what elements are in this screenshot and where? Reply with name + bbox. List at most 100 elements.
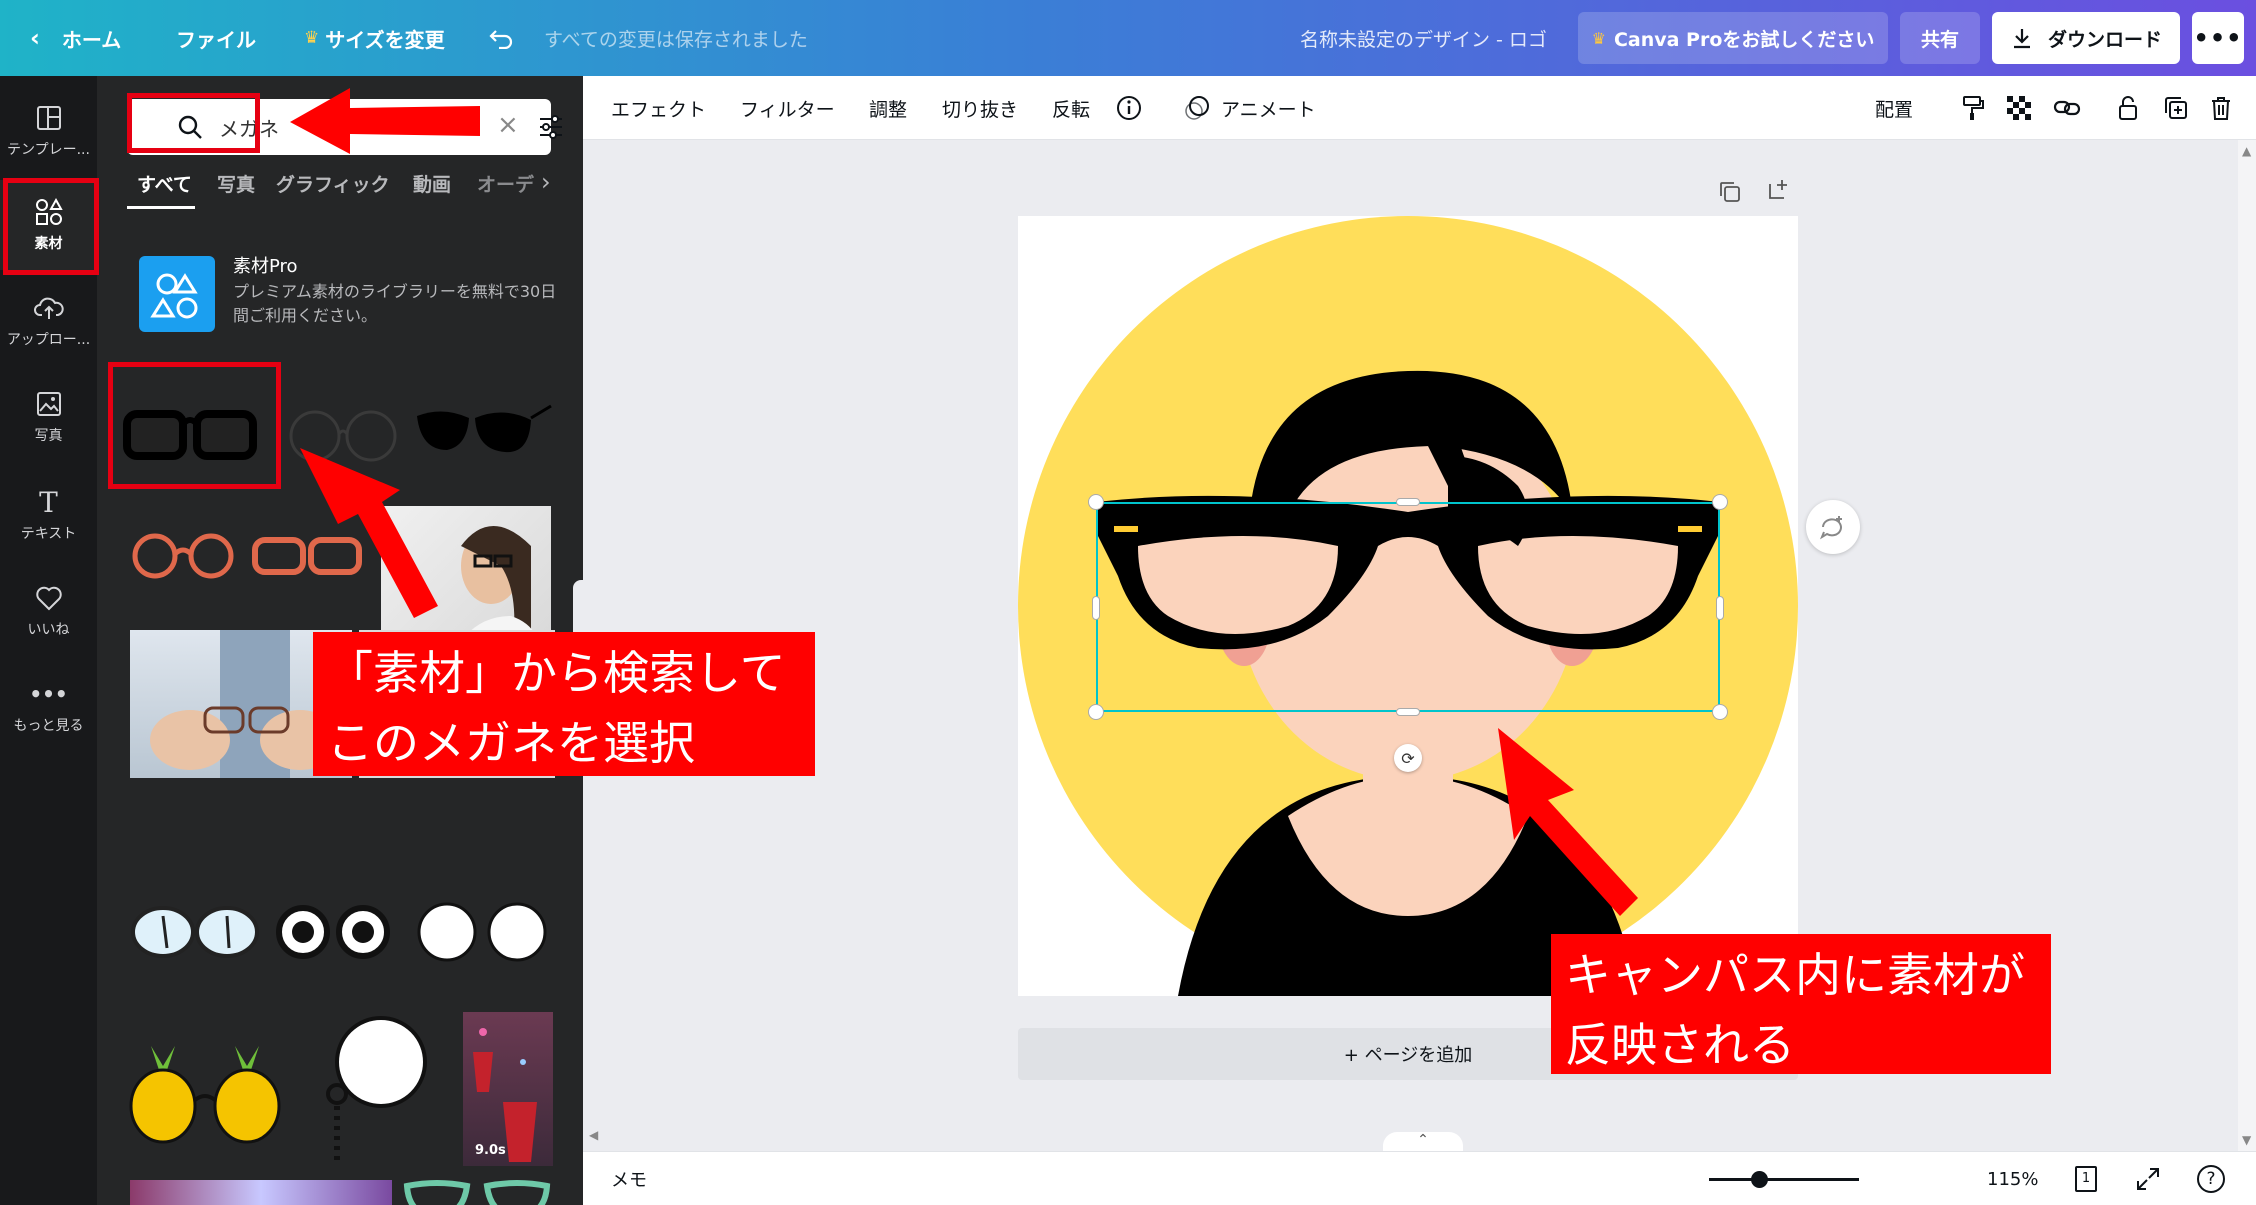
design-artboard[interactable]: ⟳ [1018,216,1798,996]
resize-handle-left[interactable] [1092,596,1100,620]
glasses-result-aviator-sunglasses[interactable] [413,366,553,486]
tab-all[interactable]: すべて [137,170,192,197]
clear-icon[interactable]: × [497,110,519,140]
link-icon[interactable] [2053,76,2081,140]
tab-audio[interactable]: オーデ [477,170,534,197]
scrollbar-vertical[interactable]: ▲ ▼ [2238,140,2256,1151]
scroll-down-icon[interactable]: ▼ [2242,1133,2251,1147]
animate-icon [1185,96,1209,120]
elements-pro-icon [139,256,215,332]
zoom-level[interactable]: 115% [1987,1152,2038,1205]
search-tabs: すべて 写真 グラフィック 動画 オーデ › [127,168,557,214]
file-menu[interactable]: ファイル [176,0,256,76]
undo-button[interactable] [488,0,514,76]
panel-collapse-handle[interactable] [573,580,583,640]
glasses-result-round-thin[interactable] [279,366,409,486]
comment-button[interactable] [1806,500,1860,554]
video-result-concert[interactable] [130,1180,392,1205]
animate-button[interactable]: アニメート [1183,76,1316,140]
bottom-bar: メモ 115% 1 ? [583,1151,2256,1205]
glasses-result-clear-lens[interactable] [125,886,265,976]
zoom-slider[interactable] [1709,1171,1859,1188]
video-duration: 9.0s [475,1143,506,1158]
tab-videos[interactable]: 動画 [413,170,451,197]
paint-roller-icon[interactable] [1961,76,1985,140]
glasses-result-monocle[interactable] [319,1006,429,1166]
annotation-left-line2: このメガネを選択 [327,716,695,770]
resize-label: サイズを変更 [325,27,445,52]
copy-page-icon[interactable] [1718,180,1742,204]
fullscreen-icon[interactable] [2135,1152,2161,1205]
crown-icon: ♛ [1591,28,1606,48]
try-pro-button[interactable]: ♛ Canva Proをお試しください [1578,12,1888,64]
transparency-icon[interactable] [2007,76,2031,140]
home-button[interactable]: ‹ ホーム [30,0,121,76]
rail-item-label: いいね [27,622,70,638]
glasses-result-white-round[interactable] [411,886,553,976]
flip-button[interactable]: 反転 [1052,76,1090,140]
video-result-party-cups[interactable]: 9.0s [463,1012,553,1166]
download-button[interactable]: ダウンロード [1992,12,2180,64]
page-icon: 1 [2075,1166,2097,1192]
annotation-left-line1: 「素材」から検索して [327,646,786,700]
notes-button[interactable]: メモ [611,1152,647,1205]
resize-handle-bottom[interactable] [1396,708,1420,716]
rail-item-label: 写真 [34,428,63,444]
resize-handle-br[interactable] [1712,704,1728,720]
rotate-handle[interactable]: ⟳ [1394,744,1422,772]
glasses-result-orange-round[interactable] [125,516,245,596]
filter-sliders-icon[interactable] [537,113,565,141]
saved-status: すべての変更は保存されました [544,28,808,51]
resize-button[interactable]: ♛ サイズを変更 [304,0,445,76]
duplicate-icon[interactable] [2163,76,2189,140]
adjust-button[interactable]: 調整 [869,76,907,140]
position-button[interactable]: 配置 [1875,76,1913,140]
tab-graphics[interactable]: グラフィック [276,170,390,197]
scroll-up-icon[interactable]: ▲ [2242,144,2251,158]
rail-item-text[interactable]: T テキスト [0,470,97,560]
rail-item-photos[interactable]: 写真 [0,372,97,462]
resize-handle-top[interactable] [1396,498,1420,506]
elements-pro-description: プレミアム素材のライブラリーを無料で30日間ご利用ください。 [233,282,557,325]
rail-item-likes[interactable]: いいね [0,566,97,656]
resize-handle-right[interactable] [1716,596,1724,620]
resize-handle-tr[interactable] [1712,494,1728,510]
filter-button[interactable]: フィルター [740,76,835,140]
elements-pro-title: 素材Pro [233,256,298,277]
effect-button[interactable]: エフェクト [611,76,706,140]
info-icon[interactable] [1116,76,1142,140]
share-button[interactable]: 共有 [1900,12,1980,64]
zoom-slider-thumb[interactable] [1751,1171,1768,1188]
highlight-elements-rail [3,178,99,275]
lock-icon[interactable] [2117,76,2139,140]
tab-photos[interactable]: 写真 [217,170,255,197]
more-options-button[interactable]: ••• [2192,12,2244,64]
chevron-right-icon[interactable]: › [541,168,551,196]
animate-label: アニメート [1221,98,1316,121]
chevron-left-icon: ‹ [30,24,40,52]
highlight-selected-glasses [108,362,281,489]
crop-button[interactable]: 切り抜き [942,76,1018,140]
glasses-result-orange-cateye[interactable] [247,516,367,596]
ellipsis-icon: ••• [2193,24,2243,52]
glasses-result-pineapple[interactable] [125,1026,285,1152]
rail-item-label: テキスト [20,526,77,542]
rail-item-uploads[interactable]: アップロー... [0,276,97,366]
rail-item-more[interactable]: ••• もっと見る [0,662,97,752]
scroll-left-icon[interactable]: ◀ [589,1128,598,1142]
glasses-result-googly-eyes[interactable] [271,886,395,976]
selection-box[interactable] [1096,502,1720,712]
download-label: ダウンロード [2047,28,2162,51]
annotation-right-line2: 反映される [1565,1018,1795,1072]
rail-item-templates[interactable]: テンプレー... [0,86,97,176]
help-button[interactable]: ? [2197,1152,2225,1205]
resize-handle-tl[interactable] [1088,494,1104,510]
glasses-result-mint[interactable] [397,1176,557,1205]
image-icon [34,389,64,419]
trash-icon[interactable] [2209,76,2233,140]
document-title[interactable]: 名称未設定のデザイン - ロゴ [1300,0,1547,76]
page-count-button[interactable]: 1 [2075,1152,2097,1205]
editor-toolbar: エフェクト フィルター 調整 切り抜き 反転 アニメート 配置 [583,76,2256,140]
add-page-icon[interactable] [1766,178,1790,202]
resize-handle-bl[interactable] [1088,704,1104,720]
